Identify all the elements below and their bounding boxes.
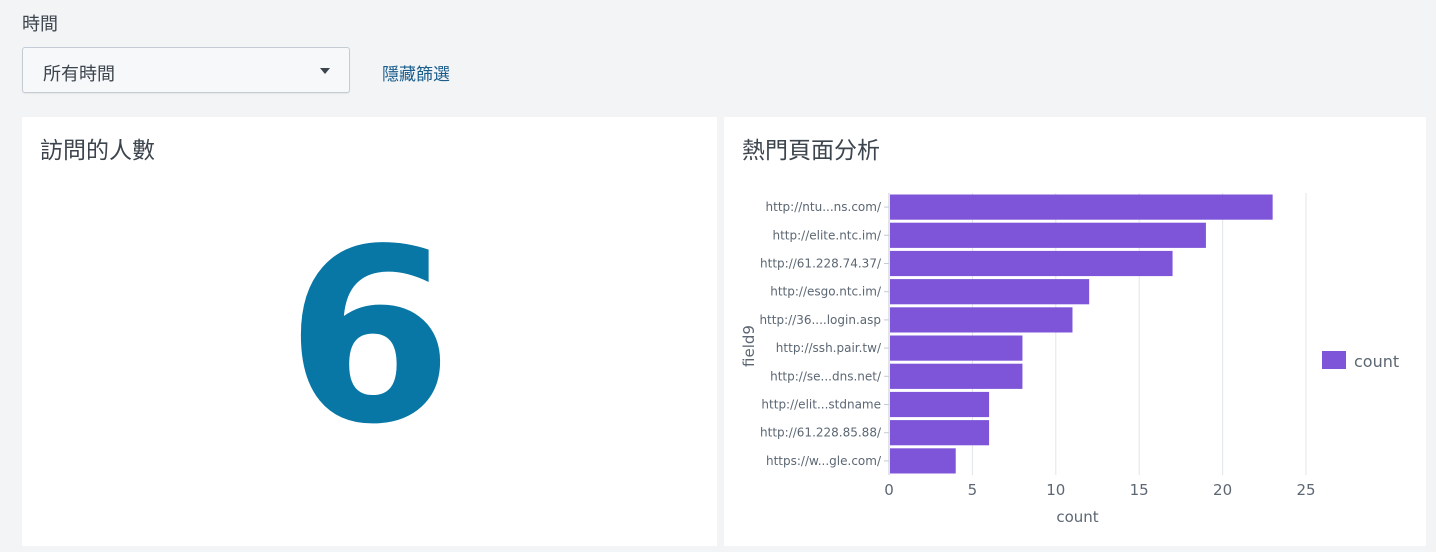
bar [890, 250, 1173, 277]
x-tick-label: 20 [1213, 481, 1232, 499]
top-pages-panel: 熱門頁面分析 0 5 10 15 20 25 http://ntu...ns.com/htt… [724, 117, 1426, 546]
filter-bar: 時間 所有時間 隱藏篩選 [0, 0, 1436, 116]
time-range-dropdown[interactable]: 所有時間 [22, 47, 350, 93]
time-filter-label: 時間 [22, 14, 58, 35]
y-tick-label: http://61.228.74.37/ [760, 257, 882, 271]
single-value: 6 [286, 197, 453, 477]
y-axis-title: field9 [740, 325, 758, 367]
x-tick-label: 10 [1046, 481, 1065, 499]
y-tick-label: http://elit...stdname [761, 398, 881, 412]
bar [890, 194, 1273, 220]
x-tick-label: 0 [884, 481, 894, 499]
visitors-panel: 訪問的人數 6 [22, 117, 717, 546]
y-tick-label: http://ntu...ns.com/ [766, 200, 882, 214]
bar [890, 335, 1023, 361]
y-tick-label: http://esgo.ntc.im/ [770, 285, 882, 299]
y-tick-label: http://36....login.asp [759, 313, 881, 327]
legend-label: count [1354, 352, 1399, 371]
y-tick-label: https://w...gle.com/ [766, 454, 882, 468]
x-tick-label: 15 [1130, 481, 1149, 499]
bar [890, 307, 1073, 333]
bar [890, 363, 1023, 389]
bar [890, 448, 956, 474]
bar [890, 420, 990, 446]
hide-filters-link[interactable]: 隱藏篩選 [382, 60, 450, 85]
bar [890, 391, 990, 418]
y-tick-label: http://61.228.85.88/ [760, 426, 882, 440]
x-tick-label: 25 [1296, 481, 1315, 499]
time-range-value: 所有時間 [43, 64, 115, 85]
panel-title: 訪問的人數 [40, 138, 155, 164]
y-tick-label: http://ssh.pair.tw/ [776, 341, 882, 355]
bar-chart: 0 5 10 15 20 25 http://ntu...ns.com/http://eli… [740, 193, 1399, 526]
bar [890, 222, 1206, 248]
caret-down-icon [320, 68, 330, 74]
x-axis-title: count [1056, 508, 1098, 526]
bar [890, 279, 1090, 305]
y-tick-label: http://se...dns.net/ [770, 369, 882, 383]
legend-swatch [1322, 351, 1346, 369]
y-tick-label: http://elite.ntc.im/ [772, 228, 881, 242]
x-tick-label: 5 [968, 481, 978, 499]
